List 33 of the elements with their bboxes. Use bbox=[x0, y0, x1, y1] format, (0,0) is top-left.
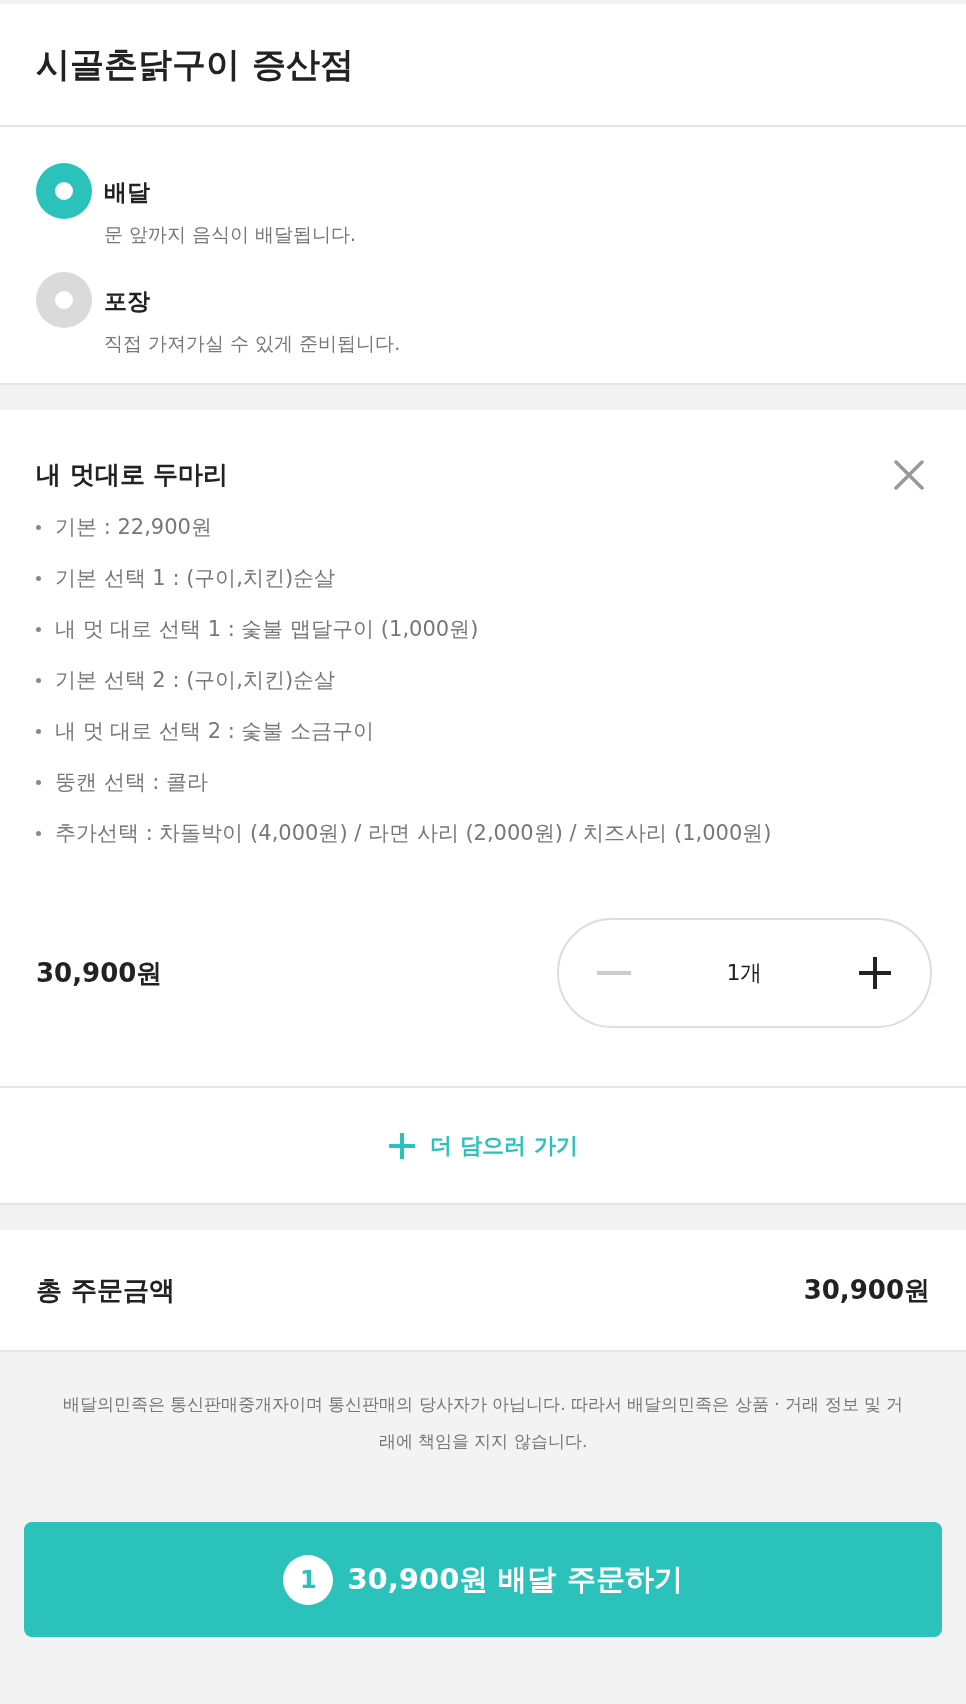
option-text: 내 멋 대로 선택 2 : 숯불 소금구이 bbox=[55, 718, 375, 745]
bullet-icon bbox=[36, 677, 41, 683]
item-price: 30,900원 bbox=[36, 956, 163, 990]
option-text: 뚱캔 선택 : 콜라 bbox=[55, 769, 209, 796]
bullet-icon bbox=[36, 524, 41, 530]
option-label: 포장 bbox=[104, 287, 151, 316]
total-label: 총 주문금액 bbox=[36, 1273, 176, 1307]
total-amount: 30,900원 bbox=[803, 1273, 930, 1307]
bullet-icon bbox=[36, 830, 41, 836]
quantity-text: 1개 bbox=[726, 959, 763, 987]
option-text: 추가선택 : 차돌박이 (4,000원) / 라면 사리 (2,000원) / 치즈사리 (1,000원) bbox=[55, 820, 772, 847]
option-text: 기본 : 22,900원 bbox=[55, 514, 212, 541]
option-text: 기본 선택 2 : (구이,치킨)순살 bbox=[55, 667, 336, 694]
item-name: 내 멋대로 두마리 bbox=[36, 459, 229, 491]
close-icon[interactable] bbox=[894, 459, 924, 490]
count-badge: 1 bbox=[283, 1554, 334, 1605]
store-title: 시골촌닭구이 증산점 bbox=[36, 42, 354, 86]
bullet-icon bbox=[36, 728, 41, 734]
option-label: 배달 bbox=[104, 178, 151, 207]
radio-button[interactable] bbox=[36, 163, 92, 219]
radio-button[interactable] bbox=[36, 272, 92, 328]
order-button[interactable]: 1 30,900원 배달 주문하기 bbox=[24, 1522, 942, 1637]
plus-icon bbox=[388, 1131, 417, 1160]
add-more-button[interactable]: 더 담으러 가기 bbox=[382, 1129, 584, 1162]
option-text: 내 멋 대로 선택 1 : 숯불 맵달구이 (1,000원) bbox=[55, 616, 479, 643]
disclaimer-text: 배달의민족은 통신판매중개자이며 통신판매의 당사자가 아닙니다. 따라서 배달의민족은 상품 · 거래 정보 및 거래에 책임을 지지 않습니다. bbox=[61, 1393, 905, 1453]
option-description: 문 앞까지 음식이 배달됩니다. bbox=[104, 222, 357, 247]
bullet-icon bbox=[36, 779, 41, 785]
bullet-icon bbox=[36, 626, 41, 632]
plus-icon[interactable] bbox=[858, 956, 892, 990]
bullet-icon bbox=[36, 575, 41, 581]
option-text: 기본 선택 1 : (구이,치킨)순살 bbox=[55, 565, 336, 592]
option-description: 직접 가져가실 수 있게 준비됩니다. bbox=[104, 331, 401, 356]
